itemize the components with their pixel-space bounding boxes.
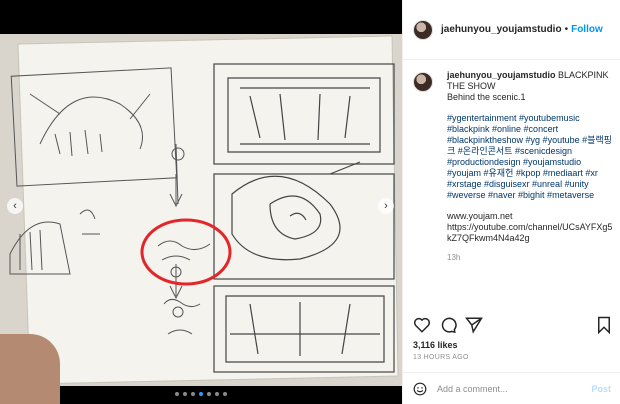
caption-avatar[interactable] [413, 72, 433, 92]
header-separator: • [564, 24, 569, 35]
header-username[interactable]: jaehunyou_youjamstudio [441, 24, 562, 35]
caption-username[interactable]: jaehunyou_youjamstudio [447, 70, 556, 80]
carousel-dot [191, 392, 195, 396]
caption-time: 13h [447, 253, 461, 262]
caption-link-website: www.youjam.net [447, 211, 513, 221]
heart-icon[interactable] [413, 316, 431, 334]
likes-count[interactable]: 3,116 likes [413, 340, 458, 350]
carousel-dots [0, 392, 402, 396]
prev-image-button[interactable]: ‹ [7, 198, 23, 214]
caption-subtitle: Behind the scenic.1 [447, 92, 526, 102]
carousel-dot [207, 392, 211, 396]
bookmark-icon[interactable] [595, 316, 613, 334]
comment-input[interactable] [437, 383, 577, 394]
carousel-dot [183, 392, 187, 396]
follow-button[interactable]: Follow [571, 24, 603, 35]
next-image-button[interactable]: › [378, 198, 394, 214]
caption-hashtags[interactable]: #ygentertainment #youtubemusic #blackpin… [447, 113, 613, 201]
post-header: jaehunyou_youjamstudio • Follow [403, 0, 620, 60]
comment-icon[interactable] [439, 316, 457, 334]
post-media[interactable]: ‹ › [0, 0, 402, 404]
caption: jaehunyou_youjamstudio BLACKPINK THE SHO… [413, 70, 613, 295]
carousel-dot [215, 392, 219, 396]
post-timestamp: 13 HOURS AGO [413, 354, 469, 361]
post-comment-button[interactable]: Post [591, 384, 611, 394]
post-sidebar: jaehunyou_youjamstudio • Follow jaehunyo… [402, 0, 620, 404]
carousel-dot [223, 392, 227, 396]
avatar[interactable] [413, 19, 433, 40]
caption-link-youtube: https://youtube.com/channel/UCsAYFXg5kZ7… [447, 222, 613, 243]
emoji-icon[interactable] [413, 382, 427, 396]
carousel-dot [175, 392, 179, 396]
comment-bar: Post [403, 372, 620, 404]
sketch-photo [0, 34, 402, 404]
share-icon[interactable] [465, 316, 483, 334]
action-bar [413, 316, 613, 336]
carousel-dot-active [199, 392, 203, 396]
storyboard-sketch [0, 34, 402, 386]
